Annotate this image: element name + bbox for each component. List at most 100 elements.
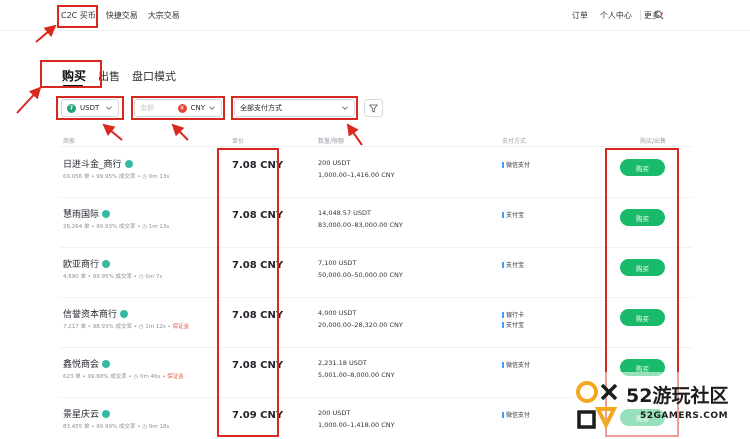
tab-orderbook-mode[interactable]: 盘口模式	[132, 68, 176, 84]
fiat-select-value: CNY	[190, 104, 205, 112]
amount-placeholder: 金额	[140, 104, 154, 112]
payment-method-select[interactable]: 全部支付方式	[234, 99, 355, 117]
chevron-down-icon	[106, 106, 112, 110]
table-row: 日进斗金_商行 69,056 单 • 99.95% 成交率 • ◷ 0m 13s…	[0, 148, 750, 198]
verified-icon	[124, 159, 133, 168]
filter-button[interactable]	[364, 99, 383, 117]
table-header: 商家 单价 数量/限额 支付方式 购买/出售	[0, 136, 750, 146]
crypto-select[interactable]: ₮ USDT	[61, 99, 119, 117]
nav-right: 订单 个人中心 更多•	[572, 10, 664, 21]
nav-left: C2C 买币 快捷交易 大宗交易	[61, 10, 180, 21]
merchant-stats-text: 83,455 单 • 99.99% 成交率 • ◷ 0m 18s	[63, 424, 170, 430]
merchant-name-text: 景星庆云	[63, 410, 100, 420]
header-price: 单价	[232, 138, 245, 145]
merchant-stats-text: 26,264 单 • 99.93% 成交率 • ◷ 1m 13s	[63, 224, 170, 230]
nav-quick-trade[interactable]: 快捷交易	[106, 10, 138, 21]
amount-fiat-input[interactable]: 金额 ¥ CNY	[134, 99, 222, 117]
gamepad-logo-icon	[576, 381, 618, 430]
merchant-stats: 623 单 • 99.68% 成交率 • ◷ 0m 46s • 保证金	[63, 372, 184, 380]
buy-button[interactable]: 购买	[620, 309, 665, 326]
verified-icon	[102, 359, 111, 368]
order-limit: 5,001.00–8,000.00 CNY	[318, 371, 395, 379]
unit-price: 7.08 CNY	[232, 260, 284, 271]
merchant-stats: 7,217 单 • 98.93% 成交率 • ◷ 1m 12s • 保证金	[63, 322, 189, 330]
header-action: 购买/出售	[640, 138, 667, 145]
chevron-down-icon	[209, 106, 215, 110]
merchant-name[interactable]: 鑫悦商会	[63, 357, 111, 370]
table-row: 慧雨国际 26,264 单 • 99.93% 成交率 • ◷ 1m 13s 7.…	[0, 198, 750, 248]
order-limit: 1,000.00–1,416.00 CNY	[318, 171, 395, 179]
buy-button[interactable]: 购买	[620, 209, 665, 226]
unit-price: 7.08 CNY	[232, 310, 284, 321]
cny-icon: ¥	[177, 103, 187, 113]
chevron-down-icon	[342, 106, 348, 110]
buy-button[interactable]: 购买	[620, 259, 665, 276]
unit-price: 7.08 CNY	[232, 360, 284, 371]
payment-method: 微信支付	[502, 360, 530, 369]
verified-icon	[102, 209, 111, 218]
payment-select-value: 全部支付方式	[240, 104, 282, 112]
unit-price: 7.08 CNY	[232, 210, 284, 221]
merchant-stats-text: 7,217 单 • 98.93% 成交率 • ◷ 1m 12s •	[63, 324, 171, 330]
page: C2C 买币 快捷交易 大宗交易 订单 个人中心 更多• 购买 出售 盘口模式 …	[0, 0, 750, 439]
nav-divider	[640, 10, 641, 20]
merchant-stats: 4,690 单 • 99.95% 成交率 • ◷ 0m 7s	[63, 272, 162, 280]
table-row: 信誉资本商行 7,217 单 • 98.93% 成交率 • ◷ 1m 12s •…	[0, 298, 750, 348]
deposit-badge: 保证金	[167, 374, 184, 380]
available-quantity: 200 USDT	[318, 159, 351, 167]
buy-button[interactable]: 购买	[620, 159, 665, 176]
payment-method: 支付宝	[502, 210, 524, 219]
tab-buy[interactable]: 购买	[62, 67, 86, 84]
unit-price: 7.08 CNY	[232, 160, 284, 171]
tab-sell[interactable]: 出售	[98, 68, 120, 84]
merchant-name-text: 欧亚商行	[63, 260, 100, 270]
order-limit: 20,000.00–28,320.00 CNY	[318, 321, 403, 329]
deposit-badge: 保证金	[172, 324, 189, 330]
nav-user-center[interactable]: 个人中心	[600, 10, 632, 21]
filter-icon	[369, 104, 378, 113]
search-icon[interactable]	[654, 10, 664, 20]
trade-tabs: 购买 出售 盘口模式	[62, 67, 176, 84]
header-merchant: 商家	[63, 138, 76, 145]
merchant-stats: 83,455 单 • 99.99% 成交率 • ◷ 0m 18s	[63, 422, 169, 430]
watermark-site: 52GAMERS.COM	[640, 411, 729, 421]
nav-orders[interactable]: 订单	[572, 10, 588, 21]
usdt-icon: ₮	[67, 103, 76, 113]
merchant-name[interactable]: 信誉资本商行	[63, 307, 129, 320]
tab-active-indicator	[63, 85, 83, 87]
payment-method: 支付宝	[502, 260, 524, 269]
merchant-name-text: 鑫悦商会	[63, 360, 100, 370]
payment-method: 银行卡	[502, 310, 524, 319]
order-limit: 83,000.00–83,000.00 CNY	[318, 221, 403, 229]
watermark-brand: 52游玩社区	[626, 385, 729, 407]
merchant-name-text: 信誉资本商行	[63, 310, 118, 320]
merchant-stats: 69,056 单 • 99.95% 成交率 • ◷ 0m 13s	[63, 172, 169, 180]
merchant-name-text: 慧雨国际	[63, 210, 100, 220]
table-row: 欧亚商行 4,690 单 • 99.95% 成交率 • ◷ 0m 7s 7.08…	[0, 248, 750, 298]
merchant-stats-text: 4,690 单 • 99.95% 成交率 • ◷ 0m 7s	[63, 274, 163, 280]
merchant-stats-text: 69,056 单 • 99.95% 成交率 • ◷ 0m 13s	[63, 174, 170, 180]
merchant-name[interactable]: 欧亚商行	[63, 257, 111, 270]
header-divider	[60, 146, 692, 147]
payment-method: 支付宝	[502, 320, 524, 329]
available-quantity: 2,231.18 USDT	[318, 359, 367, 367]
nav-block-trade[interactable]: 大宗交易	[148, 10, 180, 21]
header-amount-limit: 数量/限额	[318, 138, 345, 145]
unit-price: 7.09 CNY	[232, 410, 284, 421]
merchant-name-text: 日进斗金_商行	[63, 160, 122, 170]
available-quantity: 4,000 USDT	[318, 309, 357, 317]
nav-c2c[interactable]: C2C 买币	[61, 10, 96, 21]
payment-method: 微信支付	[502, 160, 530, 169]
merchant-name[interactable]: 慧雨国际	[63, 207, 111, 220]
available-quantity: 7,100 USDT	[318, 259, 357, 267]
payment-method: 微信支付	[502, 410, 530, 419]
merchant-name[interactable]: 景星庆云	[63, 407, 111, 420]
header-payment: 支付方式	[502, 138, 527, 145]
merchant-name[interactable]: 日进斗金_商行	[63, 157, 133, 170]
available-quantity: 14,048.57 USDT	[318, 209, 372, 217]
merchant-stats-text: 623 单 • 99.68% 成交率 • ◷ 0m 46s •	[63, 374, 166, 380]
merchant-stats: 26,264 单 • 99.93% 成交率 • ◷ 1m 13s	[63, 222, 169, 230]
order-limit: 1,000.00–1,418.00 CNY	[318, 421, 395, 429]
fiat-select[interactable]: ¥ CNY	[177, 103, 216, 113]
verified-icon	[102, 409, 111, 418]
